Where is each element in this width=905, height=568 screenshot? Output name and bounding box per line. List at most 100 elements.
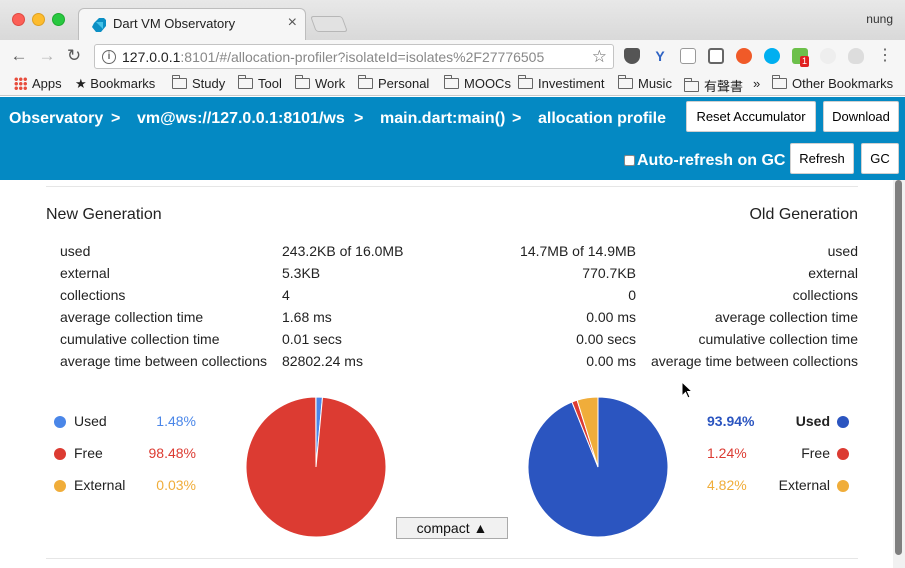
allocation-profile-content: New Generation used 243.2KB of 16.0MB exte… — [0, 180, 893, 568]
bookmark-folder-label: 有聲書 — [704, 79, 744, 94]
folder-icon — [238, 75, 253, 89]
copy-extension-icon[interactable] — [680, 48, 696, 64]
gc-button[interactable]: GC — [861, 143, 899, 174]
bookmark-folder-study[interactable]: Study — [172, 75, 225, 91]
new-legend-used-dot — [54, 416, 66, 428]
old-stat-value: 14.7MB of 14.9MB — [520, 243, 636, 259]
bookmark-folder-music[interactable]: Music — [618, 75, 672, 91]
bookmark-apps[interactable]: Apps — [14, 76, 62, 91]
maximize-window-button[interactable] — [52, 13, 65, 26]
old-stat-value: 770.7KB — [582, 265, 636, 281]
new-stat-label: cumulative collection time — [60, 331, 220, 347]
new-legend-percent: 1.48% — [156, 413, 196, 429]
new-stat-label: average time between collections — [60, 353, 268, 369]
bookmarks-overflow-button[interactable]: » — [753, 76, 760, 91]
bookmark-folder-label: Work — [315, 76, 346, 91]
old-stat-label: average time between collections — [650, 353, 858, 369]
folder-icon — [518, 75, 533, 89]
old-legend-percent: 4.82% — [707, 477, 747, 493]
old-stat-label: cumulative collection time — [698, 331, 858, 347]
close-window-button[interactable] — [12, 13, 25, 26]
bookmark-star-icon[interactable]: ☆ — [592, 47, 607, 67]
info-icon[interactable]: i — [102, 50, 116, 64]
old-generation-pie-chart — [528, 397, 668, 537]
address-bar[interactable]: i 127.0.0.1:8101/#/allocation-profiler?i… — [94, 44, 614, 69]
new-legend-label: Used — [74, 413, 107, 429]
folder-icon — [772, 75, 787, 89]
url-path: :8101/#/allocation-profiler?isolateId=is… — [180, 49, 545, 65]
browser-tab-observatory[interactable]: Dart VM Observatory × — [78, 8, 306, 40]
profile-name[interactable]: nung — [866, 12, 893, 26]
tab-title: Dart VM Observatory — [113, 16, 236, 31]
tab-close-icon[interactable]: × — [288, 14, 297, 32]
old-legend-external-dot — [837, 480, 849, 492]
pocket-extension-icon[interactable] — [624, 48, 640, 64]
apps-grid-icon — [14, 77, 27, 90]
bookmark-bookmarks[interactable]: ★ Bookmarks — [75, 76, 155, 92]
new-legend-label: Free — [74, 445, 103, 461]
bookmark-apps-label: Apps — [32, 76, 62, 91]
bookmark-folder-work[interactable]: Work — [295, 75, 346, 91]
new-generation-pie-chart — [246, 397, 386, 537]
autorefresh-checkbox[interactable] — [624, 155, 635, 166]
compact-toggle-button[interactable]: compact ▲ — [396, 517, 508, 539]
bookmark-folder-label: Personal — [378, 76, 430, 91]
extension-badge: 1 — [800, 56, 810, 67]
observatory-navbar: Observatory > vm@ws://127.0.0.1:8101/ws … — [0, 97, 905, 180]
autorefresh-toggle[interactable]: Auto-refresh on GC — [624, 152, 785, 170]
new-stat-value: 4 — [282, 287, 290, 303]
back-arrow-icon[interactable]: ← — [8, 46, 30, 66]
skype-extension-icon[interactable] — [764, 48, 780, 64]
scrollbar-thumb[interactable] — [895, 180, 902, 555]
url-text: 127.0.0.1:8101/#/allocation-profiler?iso… — [122, 49, 544, 65]
new-tab-button[interactable] — [310, 16, 348, 32]
bookmark-folder-label: Tool — [258, 76, 282, 91]
old-legend-percent: 93.94% — [707, 413, 755, 429]
browser-toolbar: ← → ↻ i 127.0.0.1:8101/#/allocation-prof… — [0, 40, 905, 72]
old-stat-label: collections — [792, 287, 858, 303]
download-button[interactable]: Download — [823, 101, 899, 132]
new-stat-value: 5.3KB — [282, 265, 321, 281]
reset-accumulator-button[interactable]: Reset Accumulator — [686, 101, 816, 132]
old-stat-label: used — [827, 243, 858, 259]
minimize-window-button[interactable] — [32, 13, 45, 26]
old-legend-label: Free — [801, 445, 830, 461]
old-stat-value: 0 — [628, 287, 636, 303]
bookmark-folder-moocs[interactable]: MOOCs — [444, 75, 511, 91]
bookmark-folder-personal[interactable]: Personal — [358, 75, 430, 91]
browser-titlebar: Dart VM Observatory × nung — [0, 0, 905, 40]
bookmark-other-bookmarks[interactable]: Other Bookmarks — [772, 75, 894, 91]
folder-icon — [684, 78, 699, 92]
bookmark-folder-investiment[interactable]: Investiment — [518, 75, 604, 91]
new-stat-value: 82802.24 ms — [282, 353, 363, 369]
yoink-extension-icon[interactable]: Y — [652, 48, 668, 64]
new-stat-value: 243.2KB of 16.0MB — [282, 243, 404, 259]
bookmark-other-label: Other Bookmarks — [792, 76, 894, 91]
crumb-isolate[interactable]: main.dart:main() — [380, 110, 505, 128]
folder-icon — [444, 75, 459, 89]
bookmarks-bar: Apps ★ Bookmarks Study Tool Work Persona… — [0, 72, 905, 96]
bookmark-folder-audiobooks[interactable]: 有聲書 — [684, 76, 743, 95]
forward-arrow-icon[interactable]: → — [36, 46, 58, 66]
orange-extension-icon[interactable] — [736, 48, 752, 64]
reader-extension-icon[interactable] — [708, 48, 724, 64]
new-stat-label: used — [60, 243, 91, 259]
crumb-allocation-profile[interactable]: allocation profile — [538, 110, 666, 128]
new-generation-title: New Generation — [46, 206, 162, 223]
refresh-button[interactable]: Refresh — [790, 143, 854, 174]
folder-icon — [618, 75, 633, 89]
crumb-observatory[interactable]: Observatory — [9, 110, 103, 128]
new-stat-label: average collection time — [60, 309, 204, 325]
green-extension-icon[interactable]: 1 — [792, 48, 810, 67]
old-stat-label: external — [808, 265, 858, 281]
menu-dots-icon[interactable]: ⋮ — [874, 46, 896, 66]
vertical-scrollbar[interactable] — [893, 180, 905, 568]
new-stat-label: external — [60, 265, 110, 281]
circle-extension-icon[interactable] — [820, 48, 836, 64]
reload-icon[interactable]: ↻ — [63, 46, 85, 66]
shield-extension-icon[interactable] — [848, 48, 864, 64]
old-stat-value: 0.00 secs — [576, 331, 636, 347]
bookmark-folder-tool[interactable]: Tool — [238, 75, 282, 91]
crumb-vm[interactable]: vm@ws://127.0.0.1:8101/ws — [137, 110, 345, 128]
old-stat-value: 0.00 ms — [586, 353, 636, 369]
